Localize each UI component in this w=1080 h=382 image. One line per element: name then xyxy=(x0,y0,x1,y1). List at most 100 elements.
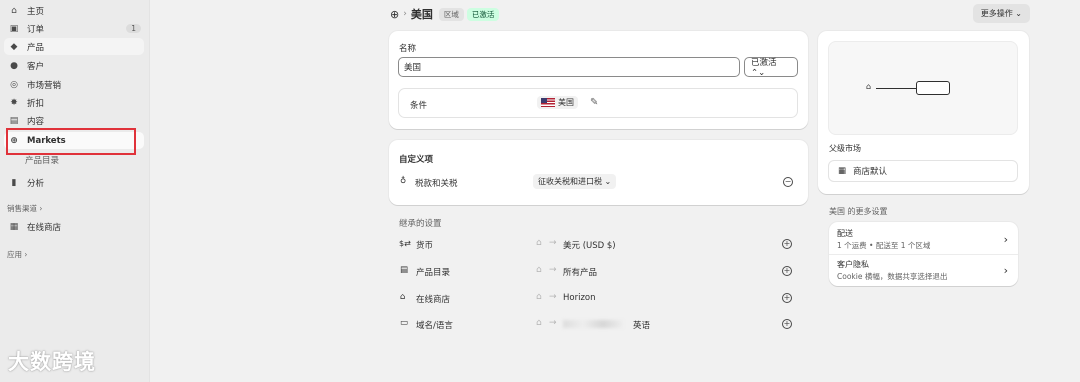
highlight-box xyxy=(6,128,136,155)
store-icon: ▦ xyxy=(838,166,847,176)
market-hierarchy-card: ⌂ 父级市场 ▦ 商店默认 xyxy=(818,31,1029,194)
home-icon: ⌂ xyxy=(11,5,17,16)
arrow-right-icon: → xyxy=(549,318,557,328)
home-icon: ⌂ xyxy=(866,82,872,91)
chevron-right-icon: › xyxy=(1003,232,1008,246)
sidebar-item-label: 折扣 xyxy=(27,98,45,109)
region-badge: 区域 xyxy=(438,7,464,21)
custom-items-card: 自定义项 ♁ 税款和关税 征收关税和进口税 ⌄ − xyxy=(389,140,808,205)
sidebar-item-label: 在线商店 xyxy=(27,222,62,233)
condition-chip[interactable]: 美国 xyxy=(537,96,578,109)
sidebar-item-label: 订单 xyxy=(27,24,45,35)
page-title: 美国 xyxy=(410,8,433,21)
chip-label: 美国 xyxy=(558,98,574,107)
store-disabled-icon: ⌂ xyxy=(536,265,542,275)
image-icon: ▤ xyxy=(9,115,19,126)
domain-icon: ▭ xyxy=(400,318,409,328)
more-settings-card: 配送 1 个运费 • 配送至 1 个区域 › 客户隐私 Cookie 横幅，数据… xyxy=(829,222,1018,286)
sidebar-item-content[interactable]: ▤ 内容 xyxy=(4,112,144,129)
discount-icon: ✸ xyxy=(10,97,18,108)
conditions-box: 条件 美国 ✎ xyxy=(398,88,798,118)
status-select[interactable]: 已激活 ⌃⌄ xyxy=(744,57,798,78)
sidebar-item-marketing[interactable]: ◎ 市场营销 xyxy=(4,76,144,93)
sidebar-item-label: 市场营销 xyxy=(27,80,62,91)
money-bag-icon: ♁ xyxy=(400,176,407,186)
catalog-icon: ▤ xyxy=(400,265,409,275)
inherited-row-value: 英语 xyxy=(633,321,651,331)
inherited-row-label: 货币 xyxy=(416,241,434,251)
sidebar-item-analytics[interactable]: ▮ 分析 xyxy=(4,174,144,191)
settings-row-title: 客户隐私 xyxy=(837,259,869,269)
inherited-row-label: 产品目录 xyxy=(416,268,451,278)
sidebar-item-online-store[interactable]: ▦ 在线商店 xyxy=(4,218,144,235)
settings-row-title: 配送 xyxy=(837,228,853,238)
name-input[interactable]: 美国 xyxy=(398,57,740,77)
settings-row-privacy[interactable]: 客户隐私 Cookie 横幅，数据共享选择退出 › xyxy=(829,255,1018,285)
settings-row-shipping[interactable]: 配送 1 个运费 • 配送至 1 个区域 › xyxy=(829,224,1018,254)
sales-channels-heading[interactable]: 销售渠道 › xyxy=(7,203,42,214)
sidebar-item-home[interactable]: ⌂ 主页 xyxy=(4,2,144,19)
target-icon: ◎ xyxy=(10,79,18,90)
edit-pencil-icon[interactable]: ✎ xyxy=(590,97,598,108)
add-circle-icon[interactable]: + xyxy=(782,293,792,303)
chevron-right-icon: › xyxy=(1003,263,1008,277)
hierarchy-preview: ⌂ xyxy=(828,41,1018,135)
chart-bar-icon: ▮ xyxy=(11,177,17,188)
redacted-domain xyxy=(563,320,623,328)
sidebar-item-label: 产品 xyxy=(27,42,45,53)
remove-circle-icon[interactable]: − xyxy=(783,177,793,187)
inherited-row-value: Horizon xyxy=(563,293,596,303)
watermark-logo: 大数跨境 xyxy=(8,350,96,374)
conditions-label: 条件 xyxy=(410,101,428,111)
sidebar-item-discounts[interactable]: ✸ 折扣 xyxy=(4,94,144,111)
parent-market-field[interactable]: ▦ 商店默认 xyxy=(828,160,1018,182)
market-node xyxy=(916,81,950,95)
page-header: ⊕ › 美国 区域 已激活 更多操作 ⌄ xyxy=(390,4,1030,24)
sidebar: ⌂ 主页 ▣ 订单 1 ◆ 产品 ● 客户 ◎ 市场营销 ✸ 折扣 ▤ 内容 ⊕… xyxy=(0,0,150,382)
tax-select[interactable]: 征收关税和进口税 ⌄ xyxy=(533,174,617,189)
add-circle-icon[interactable]: + xyxy=(782,319,792,329)
sidebar-item-label: 分析 xyxy=(27,178,45,189)
tag-icon: ◆ xyxy=(10,41,18,52)
sidebar-subitem-catalogs[interactable]: 产品目录 xyxy=(25,154,59,166)
arrow-right-icon: → xyxy=(549,265,557,275)
sidebar-item-label: 客户 xyxy=(27,61,45,72)
inherited-row-label: 域名/语言 xyxy=(416,321,453,331)
tax-label: 税款和关税 xyxy=(415,179,458,189)
parent-market-label: 父级市场 xyxy=(829,144,861,153)
breadcrumb-separator: › xyxy=(403,9,407,19)
settings-row-desc: Cookie 横幅，数据共享选择退出 xyxy=(837,271,948,281)
status-badge: 已激活 xyxy=(466,7,500,21)
sidebar-item-label: 内容 xyxy=(27,116,45,127)
arrow-right-icon: → xyxy=(549,292,557,302)
sidebar-item-products[interactable]: ◆ 产品 xyxy=(4,38,144,55)
add-circle-icon[interactable]: + xyxy=(782,239,792,249)
sidebar-item-customers[interactable]: ● 客户 xyxy=(4,57,144,74)
custom-items-title: 自定义项 xyxy=(399,155,434,165)
store-icon: ⌂ xyxy=(400,292,406,302)
inherited-settings-title: 继承的设置 xyxy=(399,219,442,229)
inherited-row-value: 所有产品 xyxy=(563,268,598,278)
count-badge: 1 xyxy=(126,24,141,33)
globe-icon[interactable]: ⊕ xyxy=(390,8,399,21)
store-icon: ▦ xyxy=(9,221,19,232)
sidebar-item-orders[interactable]: ▣ 订单 1 xyxy=(4,20,144,37)
parent-market-value: 商店默认 xyxy=(853,167,888,177)
name-label: 名称 xyxy=(399,44,417,54)
inherited-row-label: 在线商店 xyxy=(416,295,451,305)
person-icon: ● xyxy=(10,60,18,71)
store-disabled-icon: ⌂ xyxy=(536,318,542,328)
name-card: 名称 美国 已激活 ⌃⌄ 条件 美国 ✎ xyxy=(389,31,808,129)
more-actions-button[interactable]: 更多操作 ⌄ xyxy=(972,4,1030,23)
more-settings-title: 美国 的更多设置 xyxy=(829,207,888,216)
arrow-right-icon: → xyxy=(549,238,557,248)
sidebar-item-label: 主页 xyxy=(27,6,45,17)
settings-row-desc: 1 个运费 • 配送至 1 个区域 xyxy=(837,240,931,250)
currency-icon: $⇄ xyxy=(399,239,411,248)
connector-line xyxy=(876,88,916,89)
us-flag-icon xyxy=(541,98,555,107)
add-circle-icon[interactable]: + xyxy=(782,266,792,276)
inherited-row-value: 美元 (USD $) xyxy=(563,241,616,251)
apps-heading[interactable]: 应用 › xyxy=(7,249,27,260)
store-disabled-icon: ⌂ xyxy=(536,238,542,248)
